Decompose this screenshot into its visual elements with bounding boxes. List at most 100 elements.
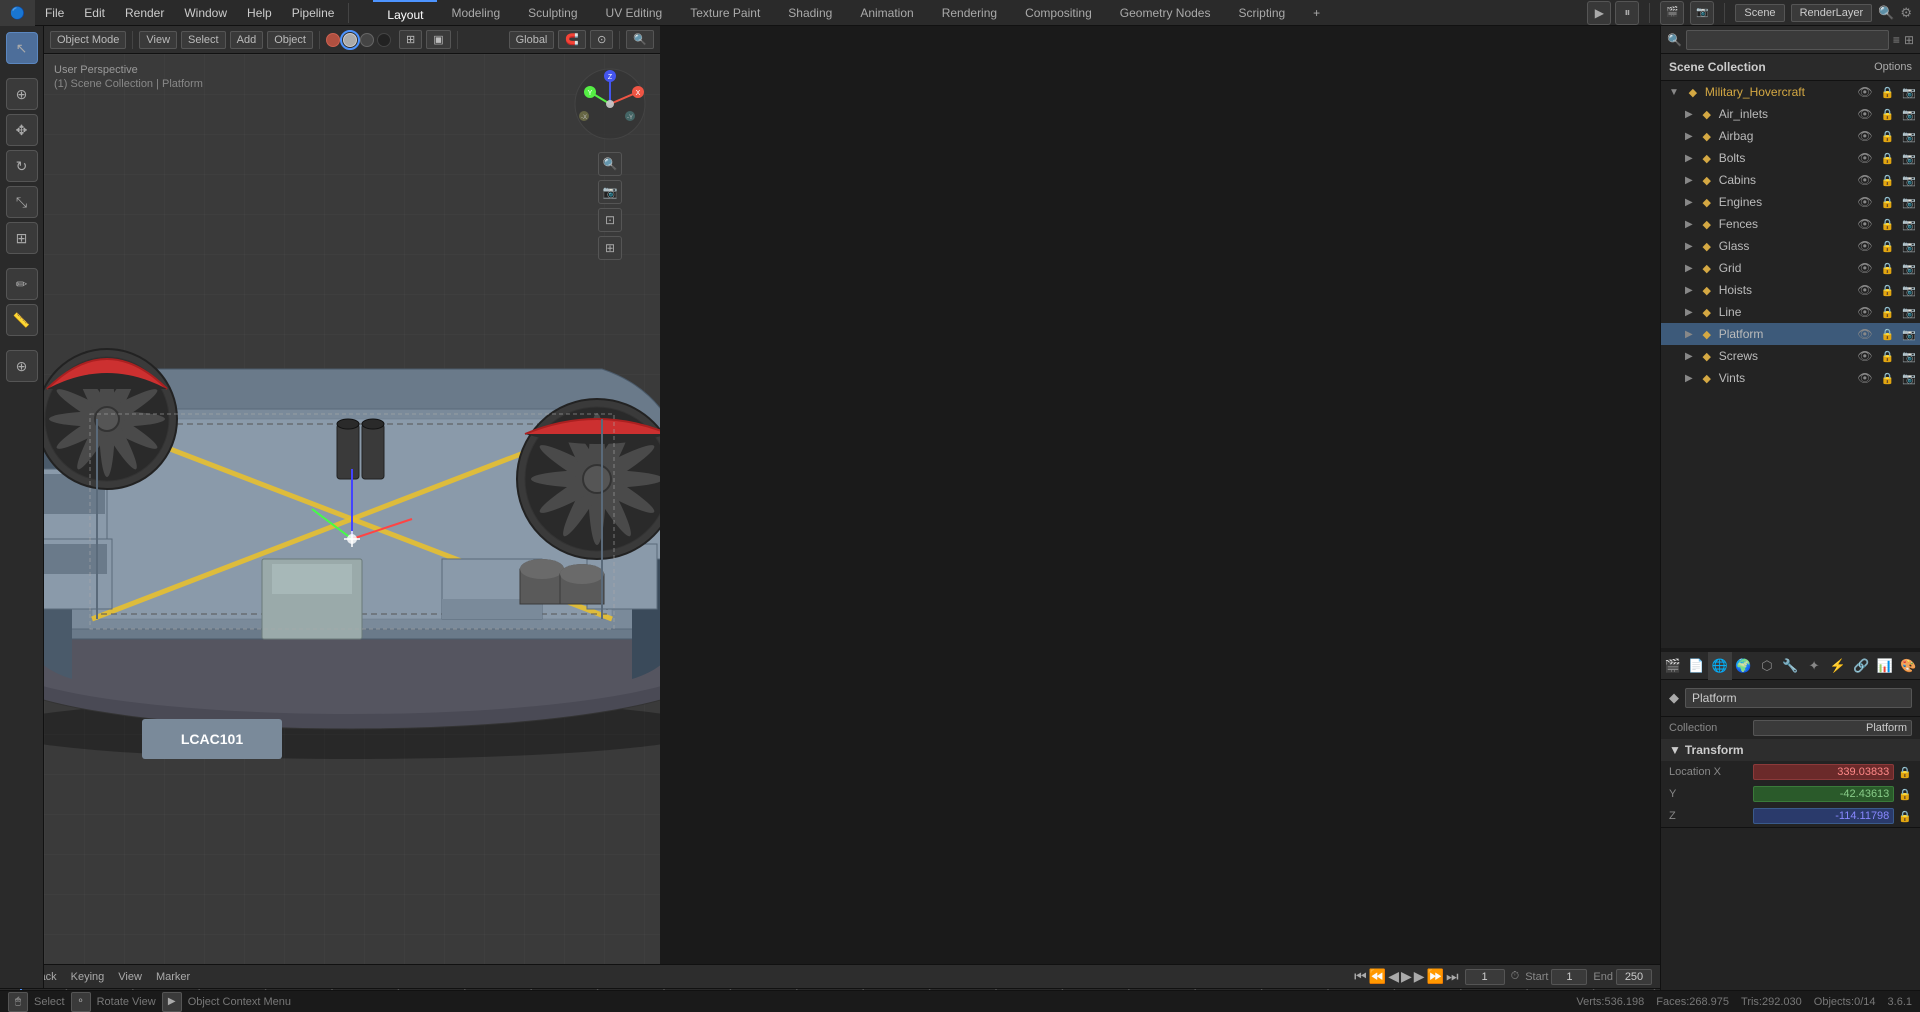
rotate-tool[interactable]: ↻ [6, 150, 38, 182]
mode-selector[interactable]: Object Mode [50, 31, 126, 49]
render-icon-sm[interactable]: 📷 [1902, 372, 1920, 385]
play-pause-btn[interactable]: ▶ [1401, 968, 1412, 985]
renderlayer-selector[interactable]: RenderLayer [1791, 4, 1873, 22]
marker-menu[interactable]: Marker [152, 970, 194, 984]
outliner-item-vints[interactable]: ▶ ◆ Vints 👁 🔒 📷 [1661, 367, 1920, 389]
visibility-icon[interactable]: 👁 [1857, 151, 1876, 165]
select-menu[interactable]: Select [181, 31, 226, 49]
restrict-icon[interactable]: 🔒 [1881, 350, 1899, 363]
middle-mouse-btn[interactable]: ⚬ [71, 992, 91, 1012]
tab-scripting[interactable]: Scripting [1224, 0, 1299, 26]
prop-tab-constraints[interactable]: 🔗 [1849, 652, 1873, 680]
render-icon-sm[interactable]: 📷 [1902, 218, 1920, 231]
transform-tool[interactable]: ⊞ [6, 222, 38, 254]
zoom-fit-icon[interactable]: ⊡ [598, 208, 622, 232]
scale-tool[interactable]: ⤡ [6, 186, 38, 218]
render-icon-sm[interactable]: 📷 [1902, 350, 1920, 363]
cursor-tool[interactable]: ⊕ [6, 78, 38, 110]
outliner-item-glass[interactable]: ▶ ◆ Glass 👁 🔒 📷 [1661, 235, 1920, 257]
outliner-item-hoists[interactable]: ▶ ◆ Hoists 👁 🔒 📷 [1661, 279, 1920, 301]
outliner-item-engines[interactable]: ▶ ◆ Engines 👁 🔒 📷 [1661, 191, 1920, 213]
render-icon-sm[interactable]: 📷 [1902, 196, 1920, 209]
annotate-tool[interactable]: ✏ [6, 268, 38, 300]
scene-collection-options[interactable]: Options [1874, 61, 1912, 73]
prop-tab-scene[interactable]: 🌐 [1708, 652, 1732, 680]
toggle-quads-icon[interactable]: ⊞ [598, 236, 622, 260]
global-selector[interactable]: Global [509, 31, 555, 49]
render-icon-sm[interactable]: 📷 [1902, 86, 1920, 99]
visibility-icon[interactable]: 👁 [1857, 85, 1876, 99]
outliner-item-grid[interactable]: ▶ ◆ Grid 👁 🔒 📷 [1661, 257, 1920, 279]
outliner-options-icon[interactable]: ⊞ [1904, 33, 1914, 47]
next-keyframe-btn[interactable]: ⏩ [1427, 968, 1444, 985]
menu-help[interactable]: Help [237, 0, 282, 26]
location-z-value[interactable]: -114.11798 [1753, 808, 1894, 824]
outliner-item-platform[interactable]: ▶ ◆ Platform 👁 🔒 📷 [1661, 323, 1920, 345]
restrict-icon[interactable]: 🔒 [1881, 174, 1899, 187]
prev-keyframe-btn[interactable]: ⏪ [1369, 968, 1386, 985]
scene-selector[interactable]: Scene [1735, 4, 1784, 22]
restrict-icon[interactable]: 🔒 [1881, 372, 1899, 385]
current-frame-display[interactable]: 1 [1465, 969, 1505, 985]
move-tool[interactable]: ✥ [6, 114, 38, 146]
left-mouse-btn[interactable]: 🖱 [8, 992, 28, 1012]
keying-menu[interactable]: Keying [67, 970, 109, 984]
location-x-value[interactable]: 339.03833 [1753, 764, 1894, 780]
material-preview-dot[interactable] [360, 33, 374, 47]
tab-geometry-nodes[interactable]: Geometry Nodes [1106, 0, 1225, 26]
render-icon-sm[interactable]: 📷 [1902, 152, 1920, 165]
restrict-icon[interactable]: 🔒 [1881, 262, 1899, 275]
visibility-icon[interactable]: 👁 [1857, 349, 1876, 363]
render-icon-sm[interactable]: 📷 [1902, 284, 1920, 297]
restrict-icon[interactable]: 🔒 [1881, 108, 1899, 121]
camera-icon[interactable]: 📷 [1690, 1, 1714, 25]
prop-tab-physics[interactable]: ⚡ [1826, 652, 1850, 680]
collection-value[interactable]: Platform [1753, 720, 1912, 736]
prop-tab-modifier[interactable]: 🔧 [1779, 652, 1803, 680]
tab-compositing[interactable]: Compositing [1011, 0, 1106, 26]
restrict-icon[interactable]: 🔒 [1881, 152, 1899, 165]
menu-render[interactable]: Render [115, 0, 174, 26]
outliner-item-airbag[interactable]: ▶ ◆ Airbag 👁 🔒 📷 [1661, 125, 1920, 147]
navigation-gizmo[interactable]: X Y Z -X -Y [570, 64, 650, 144]
render-icon-sm[interactable]: 📷 [1902, 328, 1920, 341]
render-icon-sm[interactable]: 📷 [1902, 306, 1920, 319]
visibility-icon[interactable]: 👁 [1857, 129, 1876, 143]
prev-frame-btn[interactable]: ◀ [1388, 968, 1399, 985]
location-y-value[interactable]: -42.43613 [1753, 786, 1894, 802]
outliner-item-cabins[interactable]: ▶ ◆ Cabins 👁 🔒 📷 [1661, 169, 1920, 191]
search-icon[interactable]: 🔍 [1878, 5, 1894, 21]
object-menu[interactable]: Object [267, 31, 313, 49]
outliner[interactable]: ▼ ◆ Military_Hovercraft 👁 🔒 📷 ▶ ◆ Air_in… [1661, 81, 1920, 648]
tab-texture-paint[interactable]: Texture Paint [676, 0, 774, 26]
pause-btn[interactable]: ⏸ [1615, 1, 1639, 25]
prop-tab-data[interactable]: 📊 [1873, 652, 1897, 680]
prop-tab-object[interactable]: ⬡ [1755, 652, 1779, 680]
restrict-icon[interactable]: 🔒 [1881, 218, 1899, 231]
add-tool[interactable]: ⊕ [6, 350, 38, 382]
tab-shading[interactable]: Shading [774, 0, 846, 26]
restrict-icon[interactable]: 🔒 [1881, 196, 1899, 209]
overlay-toggle[interactable]: ⊞ [399, 30, 422, 49]
measure-tool[interactable]: 📏 [6, 304, 38, 336]
render-icon-sm[interactable]: 📷 [1902, 262, 1920, 275]
tab-layout[interactable]: Layout [373, 0, 437, 26]
outliner-search-input[interactable] [1686, 30, 1889, 50]
prop-name-field[interactable] [1685, 688, 1912, 708]
outliner-item-bolts[interactable]: ▶ ◆ Bolts 👁 🔒 📷 [1661, 147, 1920, 169]
outliner-item-line[interactable]: ▶ ◆ Line 👁 🔒 📷 [1661, 301, 1920, 323]
prop-tab-particles[interactable]: ✦ [1802, 652, 1826, 680]
outliner-item-military-hovercraft[interactable]: ▼ ◆ Military_Hovercraft 👁 🔒 📷 [1661, 81, 1920, 103]
tab-add[interactable]: + [1299, 0, 1334, 26]
zoom-in-icon[interactable]: 🔍 [598, 152, 622, 176]
view-menu[interactable]: View [139, 31, 177, 49]
restrict-icon[interactable]: 🔒 [1881, 130, 1899, 143]
menu-edit[interactable]: Edit [74, 0, 115, 26]
outliner-settings-icon[interactable]: ≡ [1893, 33, 1900, 47]
select-tool[interactable]: ↖ [6, 32, 38, 64]
lock-y-icon[interactable]: 🔒 [1898, 788, 1912, 801]
lock-z-icon[interactable]: 🔒 [1898, 810, 1912, 823]
restrict-icon[interactable]: 🔒 [1881, 240, 1899, 253]
outliner-item-air-inlets[interactable]: ▶ ◆ Air_inlets 👁 🔒 📷 [1661, 103, 1920, 125]
proportional-edit[interactable]: ⊙ [590, 30, 613, 49]
